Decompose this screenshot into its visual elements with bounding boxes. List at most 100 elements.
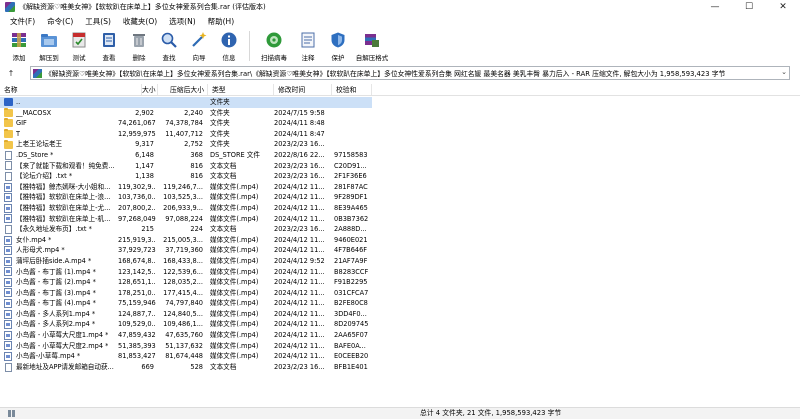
file-size: 6,148 [135,150,154,159]
comment-icon [298,30,318,50]
protect-button[interactable]: 保护 [323,28,353,64]
video-file-icon [4,235,12,245]
file-modified: 2024/4/12 11... [274,267,325,276]
window-controls: — ☐ ✕ [698,0,800,14]
file-row[interactable]: .DS_Store * 6,148 368 DS_STORE 文件 2022/8/16 … [0,150,800,161]
file-row[interactable]: 【永久地址发布页】.txt * 215 224 文本文档 2023/2/23 16...… [0,224,800,235]
file-row[interactable]: 小鸟酱 - 小草莓大尺度1.mp4 * 47,859,432 47,635,760 媒… [0,330,800,341]
file-row[interactable]: 小鸟酱-小草莓.mp4 * 81,853,427 81,674,448 媒体文件(.m… [0,351,800,362]
file-packed-size: 206,933,9... [163,203,203,212]
file-checksum [334,118,372,129]
menu-bar: 文件(F) 命令(C) 工具(S) 收藏夹(O) 选项(N) 帮助(H) [0,14,800,28]
file-row[interactable]: 上老王论坛老王 9,317 2,752 文件夹 2023/2/23 16... [0,139,800,150]
up-one-level-button[interactable]: ↑ [4,66,18,80]
menu-options[interactable]: 选项(N) [163,16,201,27]
file-row[interactable]: 【论坛介绍】.txt * 1,138 816 文本文档 2023/2/23 16... 2… [0,171,800,182]
file-row[interactable]: .. 文件夹 [0,97,800,108]
address-bar[interactable]: 《解缺资源♡唯美女神》【软软趴在床单上】多位女神爱系列合集.rar\《解缺资源♡… [30,66,790,80]
wizard-label: 向导 [192,54,206,62]
file-name: 小鸟酱 - 布丁酱 (4).mp4 * [16,299,96,308]
file-type: 媒体文件(.mp4) [210,278,259,287]
file-checksum [334,97,372,108]
file-name-cell: 小鸟酱 - 多人系列2.mp4 * [0,319,118,330]
file-row[interactable]: 蒲坪后卧插side.A.mp4 * 168,674,8... 168,433,8..… [0,256,800,267]
file-size: 37,929,723 [118,246,156,255]
file-row[interactable]: 小鸟酱 - 布丁酱 (2).mp4 * 128,651,1... 128,035,2… [0,277,800,288]
info-button[interactable]: 信息 [214,28,244,64]
column-header-type[interactable]: 类型 [208,84,274,95]
file-modified: 2024/4/12 11... [274,309,325,318]
column-header-name[interactable]: 名称 [0,84,142,95]
file-name: 【推特福】软软趴在床单上-机... [16,214,111,223]
test-button[interactable]: 测试 [64,28,94,64]
virus-scan-button[interactable]: 扫描病毒 [255,28,293,64]
file-type: 文件夹 [210,108,230,117]
file-row[interactable]: 小鸟酱 - 多人系列1.mp4 * 124,887,7... 124,840,5..… [0,309,800,320]
file-row[interactable]: 【推特福】软软趴在床单上-尤... 207,800,2... 206,933,9..… [0,203,800,214]
wizard-button[interactable]: 向导 [184,28,214,64]
column-header-checksum[interactable]: 校验和 [332,84,372,95]
column-header-size[interactable]: 大小 [142,84,158,95]
chevron-down-icon[interactable]: ⌄ [781,68,787,76]
file-name: 小鸟酱 - 布丁酱 (3).mp4 * [16,288,96,297]
file-size: 207,800,2... [118,203,156,212]
file-name: __MACOSX [16,108,52,117]
file-row[interactable]: 小鸟酱 - 布丁酱 (3).mp4 * 178,251,0... 177,415,4… [0,288,800,299]
menu-favorites[interactable]: 收藏夹(O) [117,16,163,27]
comment-button[interactable]: 注释 [293,28,323,64]
file-row[interactable]: 【推特福】鲸杰嫣咪-大小姐和... 119,302,9... 119,246,7..… [0,182,800,193]
delete-button[interactable]: 删除 [124,28,154,64]
file-row[interactable]: 【推特福】软软趴在床单上-机... 97,268,049 97,088,224 媒体文… [0,214,800,225]
toolbar: 添加 解压到 测试 查看 删除 查找 向导 信息 扫描病毒 注释 保护 自解压格… [0,28,800,64]
maximize-button[interactable]: ☐ [732,0,766,14]
column-header-modified[interactable]: 修改时间 [274,84,332,95]
minimize-button[interactable]: — [698,0,732,14]
comment-label: 注释 [301,54,315,62]
file-checksum: 2F1F36E6 [334,172,367,181]
file-checksum: 21AF7A9F [334,256,368,265]
file-row[interactable]: 小鸟酱 - 多人系列2.mp4 * 109,529,0... 109,486,1..… [0,319,800,330]
file-name: 小鸟酱 - 多人系列1.mp4 * [16,309,96,318]
document-icon [5,224,12,234]
file-row[interactable]: 人形母犬.mp4 * 37,929,723 37,719,360 媒体文件(.mp4)… [0,245,800,256]
column-header-packed[interactable]: 压缩后大小 [158,84,208,95]
delete-trash-icon [129,30,149,50]
file-row[interactable]: __MACOSX 2,902 2,240 文件夹 2024/7/15 9:58 [0,107,800,119]
video-file-icon [4,256,12,266]
file-row[interactable]: 小鸟酱 - 布丁酱 (1).mp4 * 123,142,5... 122,539,6… [0,267,800,278]
file-checksum: 2AA65F07 [334,331,368,340]
close-button[interactable]: ✕ [766,0,800,14]
file-row[interactable]: 小鸟酱 - 小草莓大尺度2.mp4 * 51,385,393 51,137,632 媒… [0,341,800,352]
folder-icon [4,139,13,149]
file-name: 【论坛介绍】.txt * [16,172,73,181]
menu-file[interactable]: 文件(F) [4,16,41,27]
video-file-icon [4,352,12,362]
file-name-cell: 【推特福】软软趴在床单上-浪... [0,192,118,203]
file-checksum: F91B2295 [334,278,368,287]
file-row[interactable]: GIF 74,261,067 74,378,784 文件夹 2024/4/11 8:48 [0,118,800,129]
file-row[interactable]: 【推特福】软软趴在床单上-浪... 103,736,0... 103,525,3..… [0,192,800,203]
file-type: 媒体文件(.mp4) [210,193,259,202]
menu-commands[interactable]: 命令(C) [41,16,79,27]
file-checksum: 281F87AC [334,182,368,191]
file-modified: 2024/4/12 11... [274,182,325,191]
file-row[interactable]: 女仆.mp4 * 215,919,3... 215,005,3... 媒体文件(.mp… [0,235,800,246]
toolbar-separator [249,31,250,61]
file-row[interactable]: 【来了就能下载和观看！纯免费... 1,147 816 文本文档 2023/2/23 1… [0,161,800,172]
file-type: 媒体文件(.mp4) [210,246,259,255]
file-name: 【来了就能下载和观看！纯免费... [16,161,115,170]
menu-tools[interactable]: 工具(S) [79,16,117,27]
find-button[interactable]: 查找 [154,28,184,64]
file-list[interactable]: .. 文件夹 __MACOSX 2,902 2,240 文件夹 2024/7/15 9:58… [0,97,800,372]
file-row[interactable]: T 12,959,975 11,407,712 文件夹 2024/4/11 8:47 [0,129,800,140]
sfx-button[interactable]: 自解压格式 [353,28,391,64]
find-magnifier-icon [159,30,179,50]
file-row[interactable]: 小鸟酱 - 布丁酱 (4).mp4 * 75,159,946 74,797,840 媒… [0,298,800,309]
extract-to-button[interactable]: 解压到 [34,28,64,64]
add-button[interactable]: 添加 [4,28,34,64]
menu-help[interactable]: 帮助(H) [202,16,241,27]
view-button[interactable]: 查看 [94,28,124,64]
test-icon [69,30,89,50]
file-modified: 2024/4/12 11... [274,352,325,361]
file-row[interactable]: 最新地址及APP请发邮箱自动获... 669 528 文本文档 2023/2/23 16… [0,362,800,373]
